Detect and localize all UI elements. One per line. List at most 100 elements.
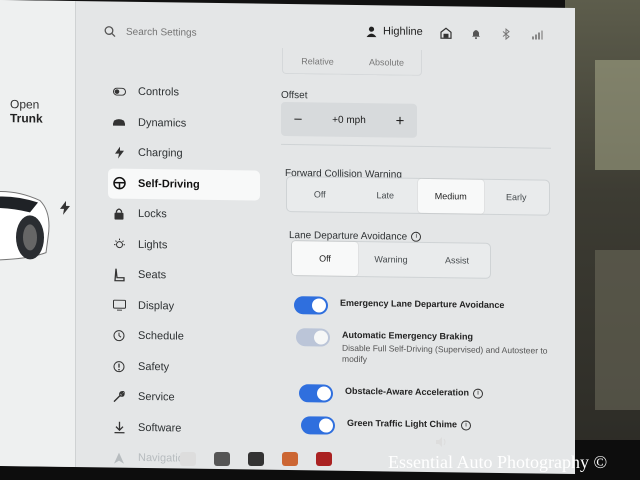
- arcade-joystick-icon[interactable]: [316, 452, 332, 466]
- info-icon[interactable]: i: [411, 232, 422, 243]
- green-traffic-light-chime-toggle[interactable]: [301, 416, 335, 435]
- lda-option-assist[interactable]: Assist: [424, 243, 490, 278]
- sidebar-item-label: Display: [138, 299, 175, 313]
- sidebar-item-label: Self-Driving: [138, 177, 200, 191]
- sidebar-item-charging[interactable]: Charging: [108, 138, 260, 171]
- sidebar-item-label: Software: [138, 421, 182, 435]
- sidebar-item-self-driving[interactable]: Self-Driving: [108, 168, 260, 201]
- emergency-lane-departure-toggle[interactable]: [294, 296, 328, 315]
- bolt-icon: [112, 146, 126, 160]
- download-icon: [112, 420, 126, 434]
- settings-sidebar: Controls Dynamics Charging Self-Driving …: [108, 77, 260, 475]
- search-bar[interactable]: [104, 25, 246, 39]
- toggle-label: Obstacle-Aware Acceleration: [345, 385, 470, 398]
- dashcam-app-icon[interactable]: [248, 452, 264, 466]
- speed-mode-relative[interactable]: Relative: [283, 48, 352, 74]
- display-icon: [112, 298, 126, 312]
- garage-icon[interactable]: [440, 26, 452, 39]
- sidebar-item-software[interactable]: Software: [108, 412, 260, 445]
- sidebar-item-label: Controls: [138, 86, 179, 99]
- profile-name: Highline: [383, 25, 423, 38]
- green-traffic-light-chime-row: Green Traffic Light Chime i: [301, 416, 472, 436]
- offset-decrease-button[interactable]: −: [291, 111, 305, 128]
- light-icon: [112, 237, 126, 251]
- car-image: [0, 191, 50, 261]
- sidebar-item-label: Dynamics: [138, 116, 187, 130]
- sidebar-item-seats[interactable]: Seats: [108, 260, 260, 293]
- toggle-sublabel: Disable Full Self-Driving (Supervised) a…: [342, 342, 548, 365]
- sidebar-item-lights[interactable]: Lights: [108, 229, 260, 262]
- offset-stepper: − +0 mph +: [281, 101, 417, 138]
- background-frame: [565, 0, 640, 480]
- emergency-lane-departure-row: Emergency Lane Departure Avoidance: [294, 296, 504, 317]
- obstacle-aware-acceleration-row: Obstacle-Aware Acceleration i: [299, 384, 484, 405]
- lte-signal-icon: [530, 27, 543, 40]
- info-icon[interactable]: i: [473, 388, 484, 399]
- sidebar-item-service[interactable]: Service: [108, 382, 260, 415]
- toggle-label: Green Traffic Light Chime: [347, 417, 458, 430]
- toggle-text-block: Automatic Emergency Braking Disable Full…: [342, 329, 557, 368]
- fcw-option-late[interactable]: Late: [353, 178, 419, 213]
- automatic-emergency-braking-toggle[interactable]: [296, 328, 330, 347]
- info-icon[interactable]: i: [461, 420, 472, 431]
- touchscreen: Open Trunk Highline: [0, 0, 575, 475]
- search-input[interactable]: [126, 26, 246, 39]
- toybox-app-icon[interactable]: [282, 452, 298, 466]
- sidebar-item-label: Service: [138, 391, 175, 404]
- app-icon[interactable]: [214, 452, 230, 466]
- sidebar-item-label: Lights: [138, 238, 168, 252]
- safety-icon: [112, 359, 126, 373]
- open-trunk-button[interactable]: Open Trunk: [10, 97, 43, 125]
- volume-icon[interactable]: [436, 436, 448, 450]
- fcw-selector: Off Late Medium Early: [286, 175, 550, 216]
- fcw-option-off[interactable]: Off: [287, 177, 353, 212]
- fcw-option-early[interactable]: Early: [484, 180, 550, 215]
- charging-bolt-icon: [60, 200, 72, 217]
- taskbar: [180, 452, 332, 466]
- sidebar-item-label: Locks: [138, 208, 167, 221]
- car-panel: Open Trunk: [0, 0, 76, 468]
- steering-wheel-icon: [112, 176, 126, 190]
- offset-increase-button[interactable]: +: [393, 112, 407, 129]
- toggle-label-row: Green Traffic Light Chime i: [347, 417, 472, 431]
- open-trunk-label-line1: Open: [10, 97, 40, 112]
- calendar-app-icon[interactable]: [180, 452, 196, 466]
- wrench-icon: [112, 390, 126, 404]
- sidebar-item-dynamics[interactable]: Dynamics: [108, 107, 260, 140]
- sidebar-item-label: Schedule: [138, 330, 184, 343]
- navigation-icon: [112, 451, 126, 465]
- clock-icon: [112, 329, 126, 343]
- toggle-label-row: Obstacle-Aware Acceleration i: [345, 385, 484, 399]
- car-icon: [112, 115, 126, 129]
- sidebar-item-label: Seats: [138, 269, 167, 282]
- search-icon: [104, 26, 116, 38]
- lda-selector: Off Warning Assist: [291, 240, 491, 279]
- lda-option-off[interactable]: Off: [292, 241, 358, 276]
- automatic-emergency-braking-row: Automatic Emergency Braking Disable Full…: [296, 328, 557, 368]
- sidebar-item-controls[interactable]: Controls: [108, 77, 260, 110]
- background-highlight: [595, 250, 640, 410]
- obstacle-aware-acceleration-toggle[interactable]: [299, 384, 333, 403]
- status-icons: [440, 26, 543, 41]
- speed-mode-selector: Relative Absolute: [282, 47, 422, 76]
- sidebar-item-safety[interactable]: Safety: [108, 351, 260, 384]
- profile-button[interactable]: Highline: [366, 25, 423, 38]
- person-icon: [366, 26, 377, 37]
- notification-bell-icon[interactable]: [470, 27, 482, 40]
- lda-option-warning[interactable]: Warning: [358, 242, 424, 277]
- sidebar-item-schedule[interactable]: Schedule: [108, 321, 260, 354]
- offset-value: +0 mph: [332, 114, 366, 126]
- toggle-icon: [112, 85, 126, 99]
- toggle-label: Emergency Lane Departure Avoidance: [340, 297, 505, 311]
- bluetooth-icon[interactable]: [500, 27, 512, 41]
- photographer-watermark: Essential Auto Photography ©: [388, 452, 608, 472]
- speed-mode-absolute[interactable]: Absolute: [352, 49, 421, 75]
- fcw-option-medium[interactable]: Medium: [418, 178, 484, 214]
- offset-label: Offset: [281, 89, 308, 102]
- sidebar-item-locks[interactable]: Locks: [108, 199, 260, 232]
- seat-icon: [112, 268, 126, 282]
- background-highlight: [595, 60, 640, 170]
- lock-icon: [112, 207, 126, 221]
- section-divider: [281, 143, 551, 149]
- sidebar-item-display[interactable]: Display: [108, 290, 260, 323]
